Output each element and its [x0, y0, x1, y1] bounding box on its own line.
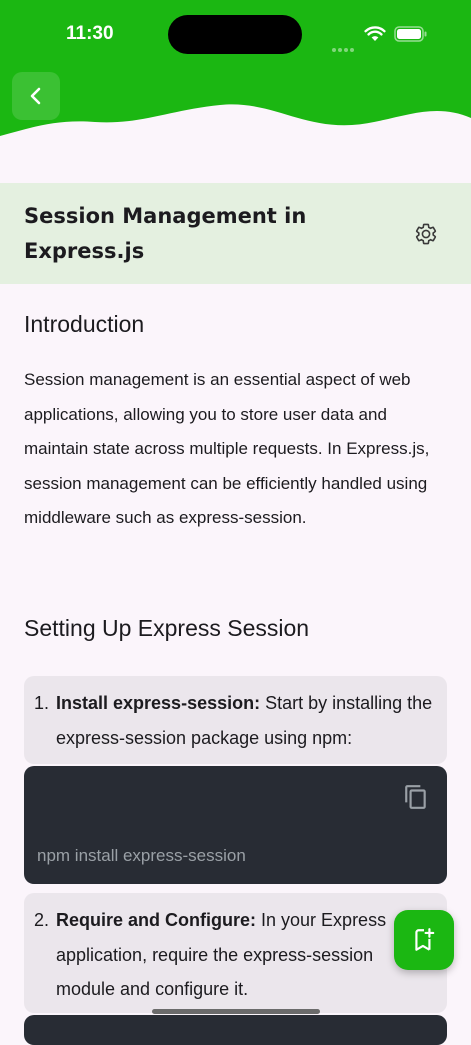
- dynamic-island: [168, 15, 302, 54]
- bookmark-add-icon: [415, 928, 435, 951]
- step-title: Require and Configure:: [56, 910, 257, 930]
- status-bar: 11:30: [0, 0, 471, 70]
- step-text: Require and Configure: In your Express a…: [56, 903, 436, 1007]
- step-card: 1. Install express-session: Start by ins…: [24, 676, 447, 764]
- back-button[interactable]: [12, 72, 60, 120]
- copy-button[interactable]: [403, 784, 429, 810]
- code-text: npm install express-session: [37, 846, 246, 865]
- step-text: Install express-session: Start by instal…: [56, 686, 436, 755]
- wifi-icon: [364, 26, 386, 41]
- intro-heading: Introduction: [24, 311, 145, 337]
- setup-heading: Setting Up Express Session: [24, 615, 310, 641]
- step-number: 2.: [34, 910, 50, 930]
- bookmark-add-button[interactable]: [394, 910, 454, 970]
- step-card: 2. Require and Configure: In your Expres…: [24, 893, 447, 1013]
- gear-icon: [415, 223, 437, 245]
- step-title: Install express-session:: [56, 693, 261, 713]
- page-title: Session Management in Express.js: [24, 204, 307, 263]
- back-arrow-icon: [30, 87, 41, 105]
- code-block: [24, 1015, 447, 1045]
- home-indicator: [152, 1009, 320, 1014]
- intro-paragraph: Session management is an essential aspec…: [24, 370, 430, 527]
- signal-icon: [332, 37, 356, 56]
- code-block: npm install express-session: [24, 766, 447, 884]
- settings-button[interactable]: [406, 214, 446, 254]
- battery-icon: [394, 26, 427, 42]
- step-number: 1.: [34, 693, 50, 713]
- copy-icon: [405, 785, 426, 809]
- status-time: 11:30: [66, 23, 114, 44]
